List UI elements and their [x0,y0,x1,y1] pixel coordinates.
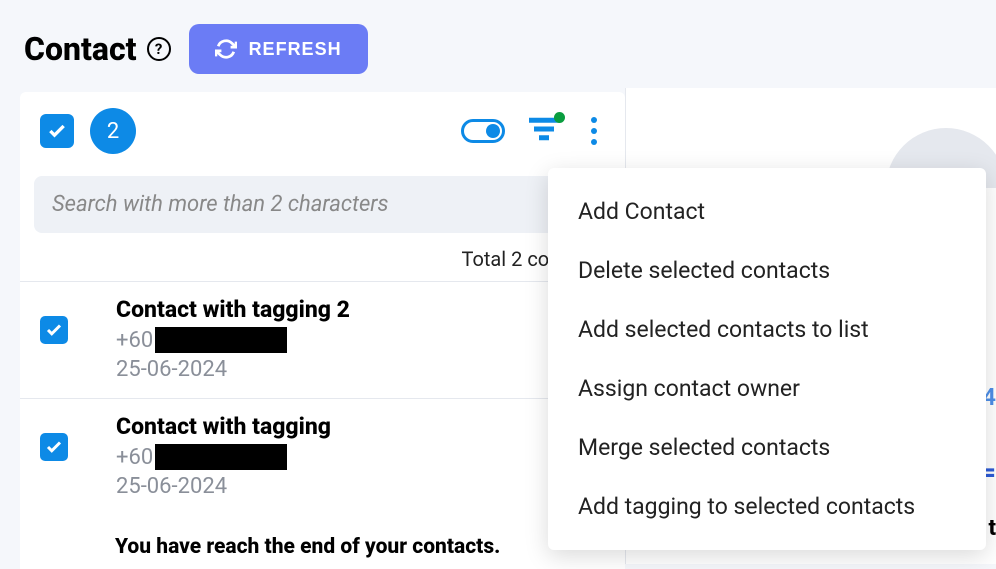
selected-count-badge: 2 [90,108,136,154]
phone-redacted [155,327,287,353]
contact-phone: +60 [116,327,605,353]
select-all-checkbox[interactable] [40,114,74,148]
kebab-dot [591,139,597,145]
menu-add-tagging[interactable]: Add tagging to selected contacts [548,477,986,536]
kebab-dot [591,128,597,134]
refresh-icon [215,38,237,60]
selected-count: 2 [107,119,119,144]
filter-active-indicator [554,112,565,123]
menu-add-contact[interactable]: Add Contact [548,182,986,241]
contact-name: Contact with tagging [116,413,605,440]
contact-phone: +60 [116,444,605,470]
toggle-knob [486,124,500,138]
kebab-dot [591,117,597,123]
contact-row[interactable]: Contact with tagging +60 25-06-2024 [20,398,625,515]
contact-date: 25-06-2024 [116,357,605,382]
check-icon [47,121,67,141]
contact-name: Contact with tagging 2 [116,296,605,323]
refresh-label: REFRESH [249,39,342,60]
filter-button[interactable] [529,116,559,146]
contact-list-panel: 2 Search with more than 2 characters [20,92,625,569]
side-peek-text: t [988,516,996,541]
menu-delete-selected[interactable]: Delete selected contacts [548,241,986,300]
menu-assign-owner[interactable]: Assign contact owner [548,359,986,418]
contact-info: Contact with tagging +60 25-06-2024 [116,413,605,499]
check-icon [45,438,63,456]
view-toggle[interactable] [461,119,505,143]
contact-row[interactable]: Contact with tagging 2 +60 25-06-2024 [20,281,625,398]
menu-add-to-list[interactable]: Add selected contacts to list [548,300,986,359]
menu-merge-contacts[interactable]: Merge selected contacts [548,418,986,477]
check-icon [45,321,63,339]
page-title-text: Contact [24,30,137,68]
contact-info: Contact with tagging 2 +60 25-06-2024 [116,296,605,382]
row-checkbox[interactable] [40,316,68,344]
total-count-row: Total 2 contacts [20,239,625,281]
list-toolbar: 2 [20,92,625,170]
refresh-button[interactable]: REFRESH [189,24,368,74]
page-title: Contact ? [24,30,171,68]
help-icon[interactable]: ? [147,37,171,61]
phone-prefix: +60 [116,445,153,470]
search-placeholder: Search with more than 2 characters [52,192,389,217]
contact-date: 25-06-2024 [116,474,605,499]
actions-dropdown: Add Contact Delete selected contacts Add… [548,168,986,550]
more-actions-button[interactable] [583,113,605,149]
row-checkbox[interactable] [40,433,68,461]
phone-prefix: +60 [116,328,153,353]
search-input[interactable]: Search with more than 2 characters [34,176,611,233]
phone-redacted [155,444,287,470]
end-of-list-message: You have reach the end of your contacts. [95,515,625,569]
